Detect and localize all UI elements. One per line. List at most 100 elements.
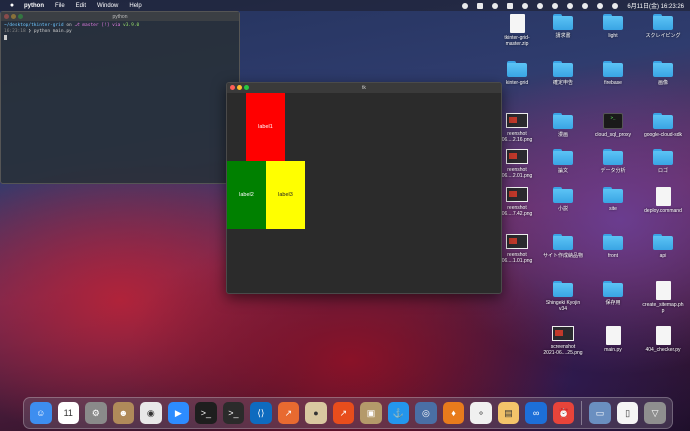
status-info-icon[interactable]: [462, 2, 469, 9]
desktop-item-label: google-cloud-sdk: [643, 132, 683, 138]
notes-icon[interactable]: ▤: [497, 402, 520, 424]
status-display-icon[interactable]: [522, 2, 529, 9]
document-icon[interactable]: ▯: [616, 402, 639, 424]
screenshot-icon[interactable]: ▭: [589, 402, 611, 424]
desktop-item-label: create_sitemap.ph p: [642, 302, 684, 314]
minimize-icon[interactable]: [237, 85, 242, 90]
minimize-icon[interactable]: [11, 14, 16, 19]
desktop-item-label: main.py: [604, 347, 622, 353]
activity-icon[interactable]: ↗: [332, 402, 355, 424]
desktop-item[interactable]: front: [586, 234, 640, 259]
python-launcher-icon[interactable]: ●: [305, 402, 327, 424]
zoom-icon[interactable]: ▶: [167, 402, 190, 424]
folder-icon: [553, 149, 573, 165]
apple-icon[interactable]: ●: [8, 2, 16, 10]
desktop-item-label: screenshot 2021-06....25.png: [543, 344, 583, 356]
folder-icon: [653, 149, 673, 165]
search-icon[interactable]: ⚬: [470, 402, 492, 424]
terminal-content[interactable]: ~/desktop/tkinter-grid on ⎇ master [!] v…: [1, 21, 239, 44]
status-sync-icon[interactable]: [492, 2, 499, 9]
system-preferences-icon[interactable]: ⚙: [85, 402, 107, 424]
maximize-icon[interactable]: [244, 85, 249, 90]
desktop-item[interactable]: firebase: [586, 61, 640, 86]
desktop-item-label: kinter-grid: [505, 80, 529, 86]
desktop-item[interactable]: 請求書: [536, 14, 590, 39]
label3-text: label3: [278, 192, 293, 198]
desktop-item[interactable]: site: [586, 187, 640, 212]
calendar-icon[interactable]: 11: [57, 402, 80, 424]
status-p-icon[interactable]: [507, 2, 514, 9]
desktop-item[interactable]: 画像: [636, 61, 690, 86]
status-battery-icon[interactable]: [567, 2, 574, 9]
terminal-traffic-lights: [4, 14, 25, 19]
vscode-icon[interactable]: ⟨⟩: [250, 402, 272, 424]
close-icon[interactable]: [230, 85, 235, 90]
desktop-item[interactable]: screenshot 2021-06....25.png: [536, 326, 590, 356]
desktop-item[interactable]: 保存用: [586, 281, 640, 306]
menu-clock[interactable]: 6月11日(金) 16:23:26: [627, 1, 684, 10]
close-icon[interactable]: [4, 14, 9, 19]
desktop-item[interactable]: ロゴ: [636, 149, 690, 174]
label3-widget: label3: [266, 161, 305, 229]
contacts-icon[interactable]: ☻: [112, 402, 135, 424]
terminal-time: 16:23:18: [4, 29, 26, 34]
tk-window[interactable]: tk label1 label2 label3: [226, 82, 502, 294]
terminal-titlebar[interactable]: python: [1, 12, 239, 21]
status-list-icon[interactable]: [477, 2, 484, 9]
desktop-item[interactable]: 404_checker.py: [636, 326, 690, 353]
desktop-item[interactable]: api: [636, 234, 690, 259]
infinity-icon[interactable]: ∞: [525, 402, 547, 424]
trash-icon[interactable]: ▽: [644, 402, 666, 424]
desktop-item[interactable]: 確定申告: [536, 61, 590, 86]
archive-icon[interactable]: ▣: [360, 402, 382, 424]
desktop-item-label: tkinter-grid- master.zip: [504, 35, 530, 47]
status-search-icon[interactable]: [582, 2, 589, 9]
clock-icon[interactable]: ⏰: [552, 402, 575, 424]
desktop-item[interactable]: google-cloud-sdk: [636, 113, 690, 138]
desktop-item[interactable]: スクレイピング: [636, 14, 690, 39]
desktop-item[interactable]: 小説: [536, 187, 590, 212]
menu-edit[interactable]: Edit: [76, 3, 86, 9]
menu-file[interactable]: File: [55, 3, 65, 9]
maximize-icon[interactable]: [18, 14, 23, 19]
dock: ☺ 11 ⚙ ☻ ◉ ▶ >_ >_ ⟨⟩ ↗ ● ↗ ▣ ⚓ ◎ ♦ ⚬ ▤ ∞ ⏰ ▭ ▯ ▽: [23, 397, 673, 429]
sourcetree-icon[interactable]: ♦: [442, 402, 465, 424]
tk-title: tk: [362, 85, 366, 91]
terminal-alt-icon[interactable]: >_: [222, 402, 245, 424]
folder-icon: [653, 113, 673, 129]
desktop-item[interactable]: 漫画: [536, 113, 590, 138]
proxyman-icon[interactable]: ◎: [415, 402, 437, 424]
tk-titlebar[interactable]: tk: [227, 83, 501, 93]
image-thumbnail-icon: [552, 326, 574, 341]
status-control-center-icon[interactable]: [597, 2, 604, 9]
desktop-item-label: サイト作成納品物: [542, 253, 583, 259]
terminal-icon[interactable]: >_: [195, 402, 217, 424]
desktop-item[interactable]: サイト作成納品物: [536, 234, 590, 259]
document-icon: [605, 326, 621, 345]
desktop-item[interactable]: データ分析: [586, 149, 640, 174]
terminal-window[interactable]: python ~/desktop/tkinter-grid on ⎇ maste…: [0, 11, 240, 184]
desktop-item-label: Shingeki Kyojin v34: [545, 300, 581, 312]
finder-icon[interactable]: ☺: [30, 402, 52, 424]
chrome-icon[interactable]: ◉: [140, 402, 162, 424]
docker-icon[interactable]: ⚓: [387, 402, 410, 424]
desktop-item[interactable]: >_ cloud_sql_proxy: [586, 113, 640, 138]
status-siri-icon[interactable]: [612, 2, 619, 9]
desktop-item[interactable]: deploy.command: [636, 187, 690, 214]
image-thumbnail-icon: [506, 187, 528, 202]
folder-icon: [553, 234, 573, 250]
desktop-item[interactable]: create_sitemap.ph p: [636, 281, 690, 314]
desktop-item-label: reenshot 06....7.42.png: [501, 205, 533, 217]
status-volume-icon[interactable]: [537, 2, 544, 9]
desktop-item[interactable]: main.py: [586, 326, 640, 353]
desktop-item[interactable]: 論文: [536, 149, 590, 174]
menu-help[interactable]: Help: [129, 3, 141, 9]
status-wifi-icon[interactable]: [552, 2, 559, 9]
desktop-item[interactable]: Shingeki Kyojin v34: [536, 281, 590, 312]
compass-icon[interactable]: ↗: [277, 402, 300, 424]
terminal-path: ~/desktop/tkinter-grid: [4, 23, 64, 28]
menu-app-name[interactable]: python: [24, 3, 44, 9]
folder-icon: [603, 149, 623, 165]
menu-window[interactable]: Window: [97, 3, 118, 9]
desktop-item[interactable]: light: [586, 14, 640, 39]
